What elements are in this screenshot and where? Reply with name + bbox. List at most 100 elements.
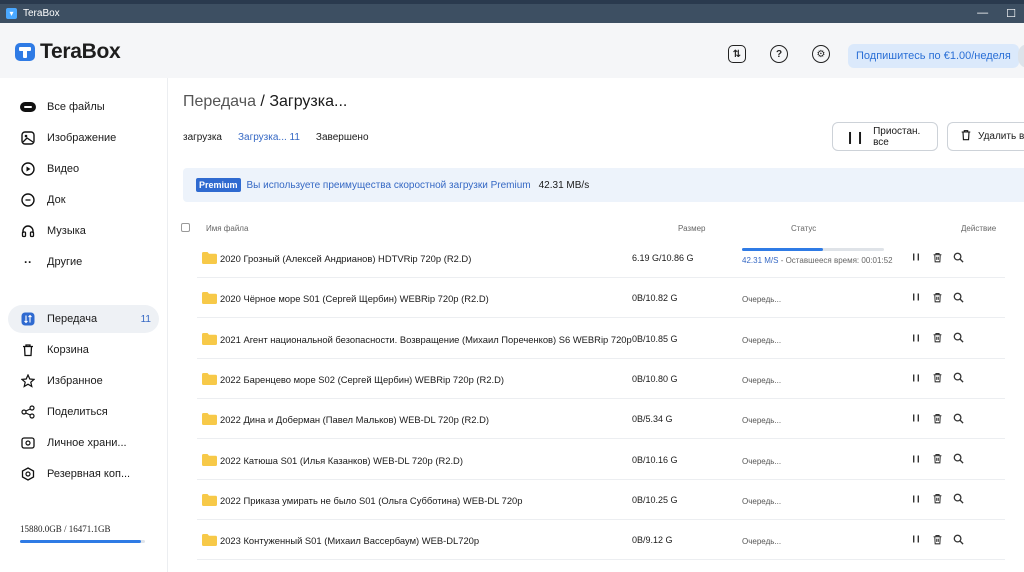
row-status: Очередь... [742, 496, 782, 506]
pause-icon[interactable] [910, 533, 922, 545]
sidebar-item-backup[interactable]: Резервная коп... [8, 460, 159, 488]
row-file-size: 0B/9.12 G [632, 535, 673, 546]
row-status: Очередь... [742, 456, 782, 466]
pause-icon[interactable] [910, 332, 922, 344]
locate-search-icon[interactable] [952, 251, 964, 263]
row-actions [910, 372, 964, 384]
table-row[interactable]: 2020 Грозный (Алексей Андрианов) HDTVRip… [197, 238, 1005, 278]
delete-icon[interactable] [931, 291, 943, 303]
row-remaining-time: - Оставшееся время: 00:01:52 [778, 256, 893, 265]
progress-bar [742, 248, 884, 251]
subscribe-button[interactable]: Подпишитесь по €1.00/неделя [848, 44, 1019, 68]
main-content: Передача / Загрузка... загрузка Загрузка… [169, 78, 1024, 572]
pause-icon[interactable] [910, 372, 922, 384]
locate-search-icon[interactable] [952, 291, 964, 303]
row-file-name[interactable]: 2021 Агент национальной безопасности. Во… [220, 334, 632, 345]
table-row[interactable]: 2022 Баренцево море S02 (Сергей Щербин) … [197, 359, 1005, 399]
column-status: Статус [791, 224, 817, 233]
delete-icon[interactable] [931, 453, 943, 465]
locate-search-icon[interactable] [952, 453, 964, 465]
breadcrumb-current: Загрузка... [269, 93, 348, 110]
document-icon [20, 192, 36, 208]
storage-usage-bar [20, 540, 145, 543]
row-file-name[interactable]: 2022 Баренцево море S02 (Сергей Щербин) … [220, 374, 504, 385]
tab-downloading[interactable]: Загрузка... 11 [238, 132, 300, 143]
sidebar-item-images[interactable]: Изображение [8, 124, 159, 152]
maximize-button[interactable]: ☐ [1006, 7, 1016, 20]
locate-search-icon[interactable] [952, 412, 964, 424]
logo-text: TeraBox [40, 40, 121, 63]
page-title: Передача / Загрузка... [183, 93, 347, 111]
sidebar-item-transfer[interactable]: Передача 11 [8, 305, 159, 333]
row-file-name[interactable]: 2020 Грозный (Алексей Андрианов) HDTVRip… [220, 253, 471, 264]
locate-search-icon[interactable] [952, 372, 964, 384]
row-file-name[interactable]: 2022 Дина и Доберман (Павел Мальков) WEB… [220, 414, 489, 425]
table-header: Имя файла Размер Статус Действие [169, 218, 1024, 238]
locate-search-icon[interactable] [952, 533, 964, 545]
delete-icon[interactable] [931, 332, 943, 344]
locate-search-icon[interactable] [952, 332, 964, 344]
row-actions [910, 453, 964, 465]
breadcrumb-transfer[interactable]: Передача [183, 93, 256, 110]
avatar[interactable] [1018, 44, 1024, 68]
delete-icon[interactable] [931, 372, 943, 384]
delete-icon[interactable] [931, 533, 943, 545]
delete-icon[interactable] [931, 251, 943, 263]
row-actions [910, 291, 964, 303]
column-action: Действие [961, 224, 997, 233]
sidebar-item-all-files[interactable]: Все файлы [8, 93, 159, 121]
storage-usage-fill [20, 540, 141, 543]
help-icon[interactable]: ? [770, 45, 788, 63]
sidebar-item-docs[interactable]: Док [8, 186, 159, 214]
pause-icon[interactable] [910, 412, 922, 424]
pause-all-button[interactable]: ❙❙ Приостан. все [832, 122, 938, 151]
row-actions [910, 412, 964, 424]
transfer-icon [20, 311, 36, 327]
folder-icon [202, 332, 217, 345]
sidebar-item-private-storage[interactable]: Личное храни... [8, 429, 159, 457]
row-file-name[interactable]: 2022 Приказа умирать не было S01 (Ольга … [220, 495, 522, 506]
minimize-button[interactable]: — [977, 7, 988, 20]
delete-all-button[interactable]: Удалить вс [947, 122, 1024, 151]
table-row[interactable]: 2023 Контуженный S01 (Михаил Вассербаум)… [197, 520, 1005, 561]
sidebar-item-music[interactable]: Музыка [8, 217, 159, 245]
sidebar-item-video[interactable]: Видео [8, 155, 159, 183]
transfer-speed-icon[interactable]: ⇅ [728, 45, 746, 63]
premium-banner: Premium Вы используете преимущества скор… [183, 168, 1024, 202]
tab-upload[interactable]: загрузка [183, 132, 222, 143]
folder-icon [202, 372, 217, 385]
row-file-name[interactable]: 2020 Чёрное море S01 (Сергей Щербин) WEB… [220, 293, 489, 304]
row-file-size: 0B/10.25 G [632, 494, 678, 505]
table-row[interactable]: 2022 Катюша S01 (Илья Казанков) WEB-DL 7… [197, 440, 1005, 480]
table-row[interactable]: 2021 Агент национальной безопасности. Во… [197, 319, 1005, 359]
column-name: Имя файла [206, 224, 249, 233]
sidebar-item-favorites[interactable]: Избранное [8, 367, 159, 395]
row-file-name[interactable]: 2022 Катюша S01 (Илья Казанков) WEB-DL 7… [220, 455, 463, 466]
table-row[interactable]: 2022 Дина и Доберман (Павел Мальков) WEB… [197, 399, 1005, 440]
table-row[interactable]: 2020 Чёрное море S01 (Сергей Щербин) WEB… [197, 278, 1005, 319]
pause-icon[interactable] [910, 453, 922, 465]
delete-icon[interactable] [931, 412, 943, 424]
sidebar-item-trash[interactable]: Корзина [8, 336, 159, 364]
select-all-checkbox[interactable] [181, 223, 190, 232]
delete-icon[interactable] [931, 493, 943, 505]
table-row[interactable]: 2022 Приказа умирать не было S01 (Ольга … [197, 480, 1005, 520]
pause-icon[interactable] [910, 251, 922, 263]
row-status: Очередь... [742, 295, 782, 305]
pause-icon[interactable] [910, 291, 922, 303]
row-file-size: 0B/10.80 G [632, 373, 678, 384]
row-status: Очередь... [742, 537, 782, 547]
column-size: Размер [678, 224, 706, 233]
settings-gear-icon[interactable]: ⚙ [812, 45, 830, 63]
row-status: Очередь... [742, 335, 782, 345]
pause-icon[interactable] [910, 493, 922, 505]
sidebar-item-share[interactable]: Поделиться [8, 398, 159, 426]
row-actions [910, 493, 964, 505]
tab-completed[interactable]: Завершено [316, 132, 369, 143]
storage-usage-text: 15880.0GB / 16471.1GB [20, 524, 111, 534]
row-file-size: 0B/10.82 G [632, 293, 678, 304]
locate-search-icon[interactable] [952, 493, 964, 505]
logo[interactable]: TeraBox [14, 40, 121, 64]
sidebar-item-other[interactable]: ·· Другие [8, 248, 159, 276]
row-file-name[interactable]: 2023 Контуженный S01 (Михаил Вассербаум)… [220, 535, 479, 546]
